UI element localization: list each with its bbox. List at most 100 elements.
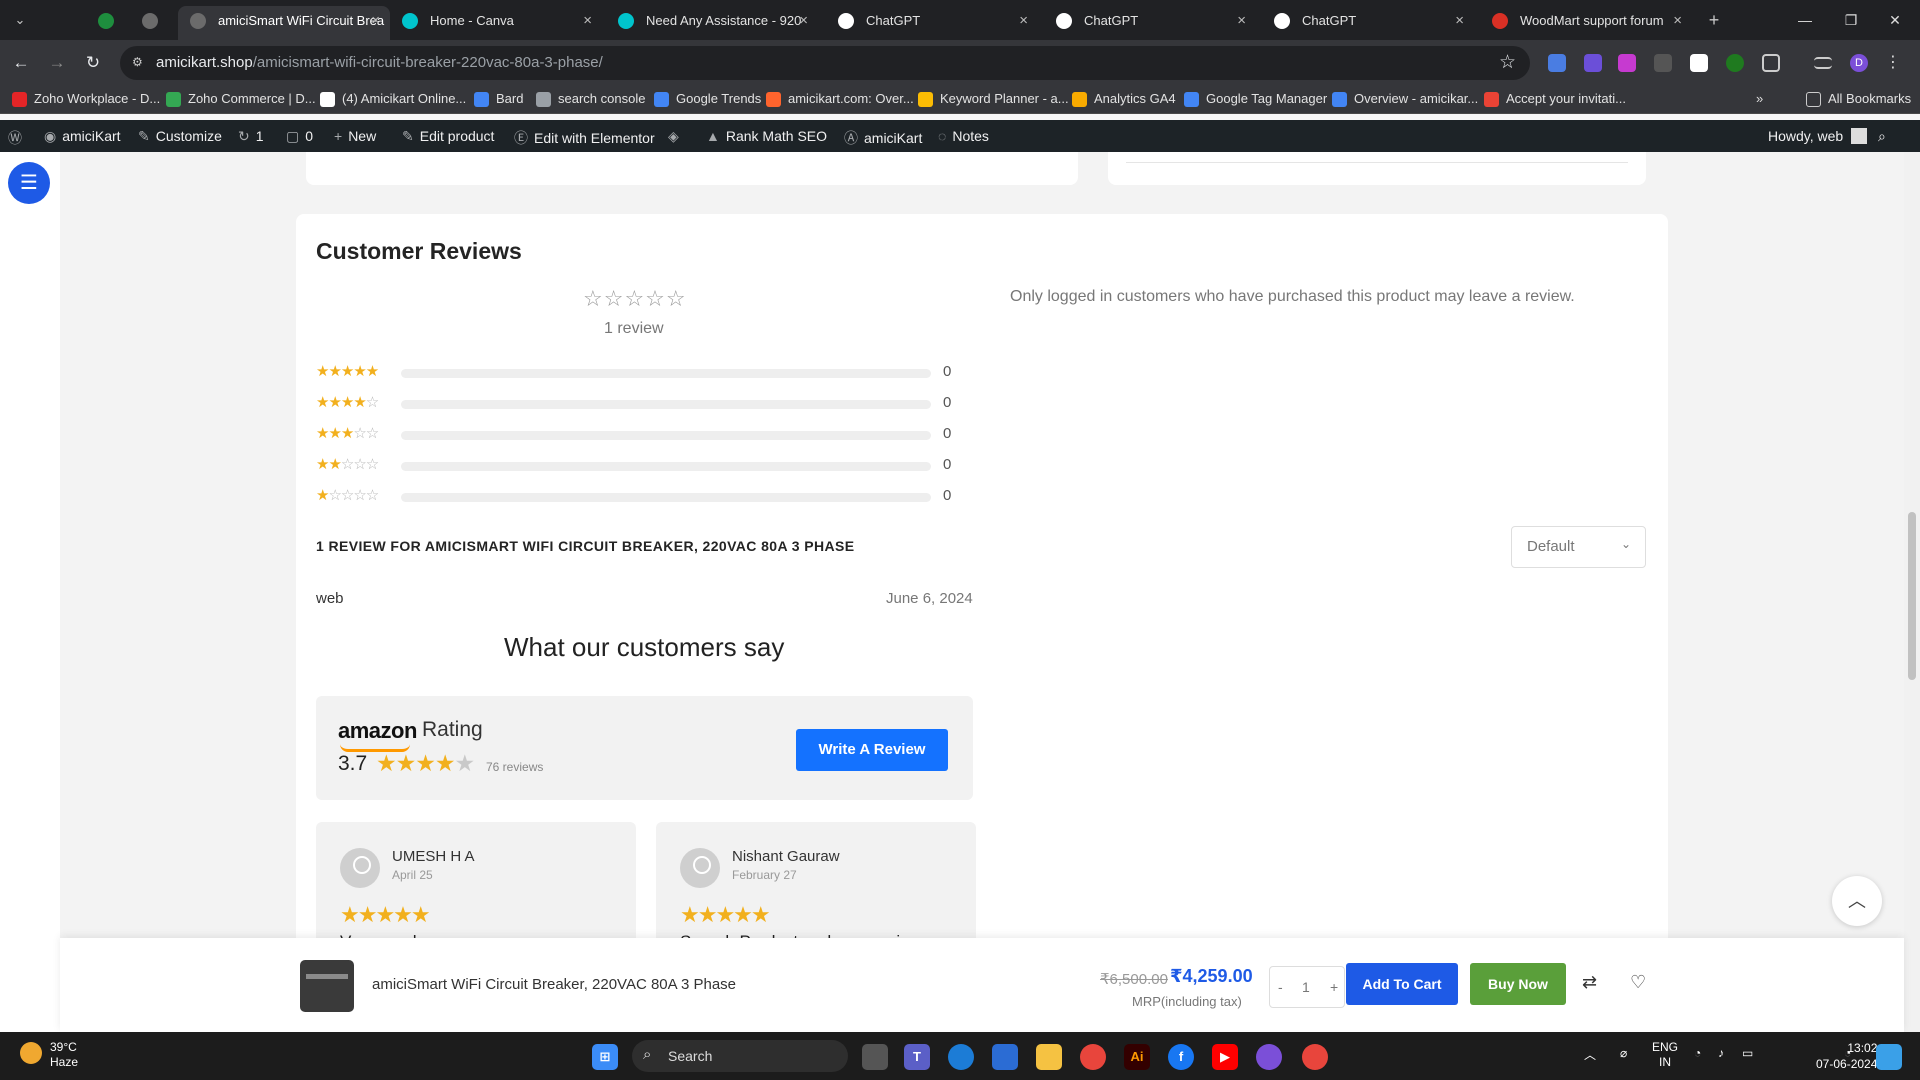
wp-updates-link[interactable]: ↻ 1 [238, 128, 264, 145]
edge-icon[interactable] [948, 1044, 974, 1070]
youtube-icon[interactable]: ▶ [1212, 1044, 1238, 1070]
tab-4[interactable]: Need Any Assistance - 920 × [606, 6, 818, 40]
wp-rankmath-link[interactable]: ▲ Rank Math SEO [706, 128, 827, 144]
tab-0[interactable] [88, 6, 124, 40]
scroll-to-top-button[interactable]: ︿ [1832, 876, 1882, 926]
bookmark-star-icon[interactable]: ☆ [1499, 51, 1516, 74]
bookmark-3[interactable]: Bard [474, 91, 523, 109]
reload-icon[interactable]: ↻ [80, 50, 106, 76]
bookmark-6[interactable]: amicikart.com: Over... [766, 91, 914, 109]
add-to-cart-button[interactable]: Add To Cart [1346, 963, 1458, 1005]
brave-icon[interactable] [1256, 1044, 1282, 1070]
bookmark-2[interactable]: (4) Amicikart Online... [320, 91, 466, 109]
wp-edit-product-link[interactable]: ✎ Edit product [402, 128, 494, 145]
wp-comments-link[interactable]: ▢ 0 [286, 128, 313, 145]
profile-avatar[interactable]: D [1850, 54, 1868, 72]
restore-icon[interactable]: ❐ [1836, 8, 1866, 32]
menu-kebab-icon[interactable]: ⋮ [1884, 54, 1902, 72]
bookmark-8[interactable]: Analytics GA4 [1072, 91, 1176, 109]
wp-site-link[interactable]: ◉ amiciKart [44, 128, 121, 145]
taskbar-search[interactable]: ⌕ Search [632, 1040, 848, 1072]
reading-list-icon[interactable] [1814, 57, 1832, 69]
tab-3[interactable]: Home - Canva × [390, 6, 602, 40]
bookmark-1[interactable]: Zoho Commerce | D... [166, 91, 316, 109]
wp-notes-link[interactable]: ◌ Notes [938, 128, 989, 144]
buy-now-button[interactable]: Buy Now [1470, 963, 1566, 1005]
tab-close-icon[interactable]: × [371, 6, 380, 36]
wp-amicikart-link[interactable]: ⒶamiciKart [844, 128, 922, 148]
tab-6[interactable]: ChatGPT × [1044, 6, 1256, 40]
wp-search-icon[interactable]: ⌕ [1878, 128, 1886, 145]
quantity-stepper[interactable]: - 1 + [1269, 966, 1345, 1008]
extension-chatgpt-icon[interactable] [1690, 54, 1708, 72]
site-info-icon[interactable]: ⚙ [132, 55, 148, 71]
file-explorer-icon[interactable] [1036, 1044, 1062, 1070]
wp-elementor-link[interactable]: Ⓔ Edit with Elementor [514, 128, 655, 148]
minimize-icon[interactable]: — [1790, 8, 1820, 32]
back-icon[interactable]: ← [8, 50, 34, 76]
wp-customize-link[interactable]: ✎ Customize [138, 128, 222, 145]
bookmark-0[interactable]: Zoho Workplace - D... [12, 91, 160, 109]
hamburger-menu-icon[interactable]: ☰ [8, 162, 50, 204]
windows-start-icon[interactable]: ⊞ [592, 1044, 618, 1070]
notification-bell-icon[interactable]: ◔ [1844, 1046, 1851, 1060]
chrome-icon[interactable] [1080, 1044, 1106, 1070]
teams-icon[interactable]: T [904, 1044, 930, 1070]
close-window-icon[interactable]: ✕ [1880, 8, 1910, 32]
tab-close-icon[interactable]: × [1673, 6, 1682, 36]
tab-close-icon[interactable]: × [1019, 6, 1028, 36]
extension-translate-icon[interactable] [1548, 54, 1566, 72]
diamond-icon[interactable]: ◈ [668, 128, 685, 145]
volume-icon[interactable]: ♪ [1718, 1046, 1724, 1060]
network-off-icon[interactable]: ⌀ [1620, 1046, 1627, 1060]
qty-plus-button[interactable]: + [1330, 979, 1338, 995]
extension-color-icon[interactable] [1618, 54, 1636, 72]
tab-close-icon[interactable]: × [583, 6, 592, 36]
bookmark-4[interactable]: search console [536, 91, 645, 109]
compare-shuffle-icon[interactable]: ⇄ [1582, 972, 1597, 993]
bookmark-5[interactable]: Google Trends [654, 91, 761, 109]
extensions-puzzle-icon[interactable] [1762, 54, 1780, 72]
battery-icon[interactable]: ▭ [1742, 1046, 1753, 1060]
tab-8[interactable]: WoodMart support forum × [1480, 6, 1692, 40]
bookmark-7[interactable]: Keyword Planner - a... [918, 91, 1069, 109]
tab-close-icon[interactable]: × [1237, 6, 1246, 36]
copilot-icon[interactable] [1876, 1044, 1902, 1070]
extension-download-icon[interactable] [1584, 54, 1602, 72]
qty-value[interactable]: 1 [1302, 979, 1310, 995]
bookmark-11[interactable]: Accept your invitati... [1484, 91, 1626, 109]
new-tab-button[interactable]: + [1702, 8, 1726, 32]
tab-2[interactable]: amiciSmart WiFi Circuit Brea × [178, 6, 390, 40]
qty-minus-button[interactable]: - [1278, 979, 1283, 995]
weather-widget[interactable]: 39°C Haze [20, 1040, 78, 1070]
chrome-active-icon[interactable] [1302, 1044, 1328, 1070]
bookmark-10[interactable]: Overview - amicikar... [1332, 91, 1478, 109]
tab-close-icon[interactable]: × [1455, 6, 1464, 36]
tab-5[interactable]: ChatGPT × [826, 6, 1038, 40]
illustrator-icon[interactable]: Ai [1124, 1044, 1150, 1070]
tab-close-icon[interactable]: × [799, 6, 808, 36]
all-bookmarks[interactable]: All Bookmarks [1806, 91, 1911, 109]
wp-new-link[interactable]: + New [334, 128, 376, 144]
tab-1[interactable] [132, 6, 168, 40]
extension-m-icon[interactable] [1654, 54, 1672, 72]
forward-icon[interactable]: → [44, 50, 70, 76]
wp-howdy-menu[interactable]: Howdy, web [1768, 128, 1868, 144]
wordpress-logo-icon[interactable]: Ⓦ [8, 128, 28, 148]
tab-7[interactable]: ChatGPT × [1262, 6, 1474, 40]
more-bookmarks-icon[interactable]: » [1756, 91, 1763, 109]
address-bar[interactable]: ⚙ amicikart.shop/amicismart-wifi-circuit… [120, 46, 1530, 80]
tab-search-icon[interactable]: ⌄ [8, 8, 32, 32]
store-icon[interactable] [992, 1044, 1018, 1070]
language-indicator[interactable]: ENG IN [1652, 1040, 1678, 1070]
extension-green-icon[interactable] [1726, 54, 1744, 72]
scrollbar-thumb[interactable] [1908, 512, 1916, 680]
wifi-icon[interactable]: ◔ [1694, 1046, 1701, 1060]
tray-chevron-icon[interactable]: ︿ [1584, 1046, 1596, 1063]
write-review-button[interactable]: Write A Review [796, 729, 948, 771]
facebook-icon[interactable]: f [1168, 1044, 1194, 1070]
page-scrollbar[interactable] [1904, 152, 1920, 1032]
task-view-icon[interactable] [862, 1044, 888, 1070]
wishlist-heart-icon[interactable]: ♡ [1630, 972, 1646, 993]
sort-select[interactable]: Default ⌄ [1511, 526, 1646, 568]
